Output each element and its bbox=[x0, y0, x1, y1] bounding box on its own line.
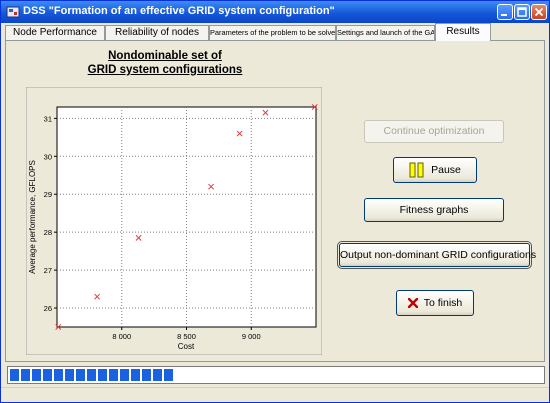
progress-block bbox=[21, 369, 30, 381]
fitness-graphs-button[interactable]: Fitness graphs bbox=[364, 198, 504, 222]
title-bar[interactable]: DSS "Formation of an effective GRID syst… bbox=[1, 1, 549, 23]
maximize-icon bbox=[517, 7, 527, 17]
y-tick-label: 28 bbox=[44, 228, 52, 237]
to-finish-button[interactable]: To finish bbox=[396, 290, 474, 316]
progress-block bbox=[142, 369, 151, 381]
to-finish-label: To finish bbox=[423, 297, 463, 310]
y-tick-label: 30 bbox=[44, 152, 52, 161]
continue-optimization-label: Continue optimization bbox=[383, 125, 485, 137]
fitness-graphs-label: Fitness graphs bbox=[399, 204, 469, 217]
pause-button[interactable]: Pause bbox=[393, 157, 477, 183]
app-icon bbox=[6, 6, 20, 18]
window-title: DSS "Formation of an effective GRID syst… bbox=[23, 5, 335, 17]
x-tick-label: 9 000 bbox=[242, 332, 261, 341]
app-window: DSS "Formation of an effective GRID syst… bbox=[0, 0, 550, 403]
progress-block bbox=[10, 369, 19, 381]
tab-problem-parameters[interactable]: Parameters of the problem to be solved bbox=[209, 25, 336, 40]
y-tick-label: 26 bbox=[44, 304, 52, 313]
x-axis-label: Cost bbox=[178, 342, 195, 351]
pareto-scatter-chart: 8 000 8 500 9 000 26 27 28 29 30 31 Cost Average… bbox=[26, 87, 322, 355]
status-bar bbox=[1, 387, 549, 402]
x-tick-label: 8 500 bbox=[177, 332, 196, 341]
output-non-dominant-label: Output non-dominant GRID configurations bbox=[340, 249, 537, 262]
x-tick-label: 8 000 bbox=[112, 332, 131, 341]
close-button[interactable] bbox=[531, 4, 547, 20]
continue-optimization-button[interactable]: Continue optimization bbox=[364, 120, 504, 143]
chart-heading-line2: GRID system configurations bbox=[87, 64, 243, 76]
tab-node-performance[interactable]: Node Performance bbox=[5, 25, 105, 40]
progress-block bbox=[54, 369, 63, 381]
minimize-button[interactable] bbox=[497, 4, 513, 20]
output-non-dominant-button[interactable]: Output non-dominant GRID configurations bbox=[339, 243, 536, 267]
progress-block bbox=[87, 369, 96, 381]
progress-block bbox=[164, 369, 173, 381]
progress-block bbox=[120, 369, 129, 381]
y-tick-label: 29 bbox=[44, 190, 52, 199]
progress-bar bbox=[7, 366, 545, 384]
tab-reliability-of-nodes[interactable]: Reliability of nodes bbox=[105, 25, 209, 40]
maximize-button[interactable] bbox=[514, 4, 530, 20]
progress-block bbox=[32, 369, 41, 381]
y-axis-label: Average performance, GFLOPS bbox=[28, 160, 37, 274]
chart-heading-line1: Nondominable set of bbox=[108, 50, 222, 62]
tab-ga-settings[interactable]: Settings and launch of the GA bbox=[336, 25, 435, 40]
progress-block bbox=[65, 369, 74, 381]
y-tick-label: 27 bbox=[44, 266, 52, 275]
chart-heading: Nondominable set of GRID system configur… bbox=[26, 49, 304, 77]
progress-fill bbox=[10, 369, 175, 381]
pause-label: Pause bbox=[431, 164, 461, 177]
results-panel: Nondominable set of GRID system configur… bbox=[5, 40, 545, 362]
progress-block bbox=[131, 369, 140, 381]
red-x-icon bbox=[407, 298, 418, 309]
pause-icon bbox=[409, 162, 424, 178]
progress-block bbox=[153, 369, 162, 381]
minimize-icon bbox=[501, 14, 507, 16]
y-tick-label: 31 bbox=[44, 114, 52, 123]
progress-block bbox=[98, 369, 107, 381]
progress-block bbox=[109, 369, 118, 381]
progress-block bbox=[43, 369, 52, 381]
close-icon bbox=[534, 7, 544, 17]
tab-results[interactable]: Results bbox=[435, 23, 491, 41]
progress-block bbox=[76, 369, 85, 381]
